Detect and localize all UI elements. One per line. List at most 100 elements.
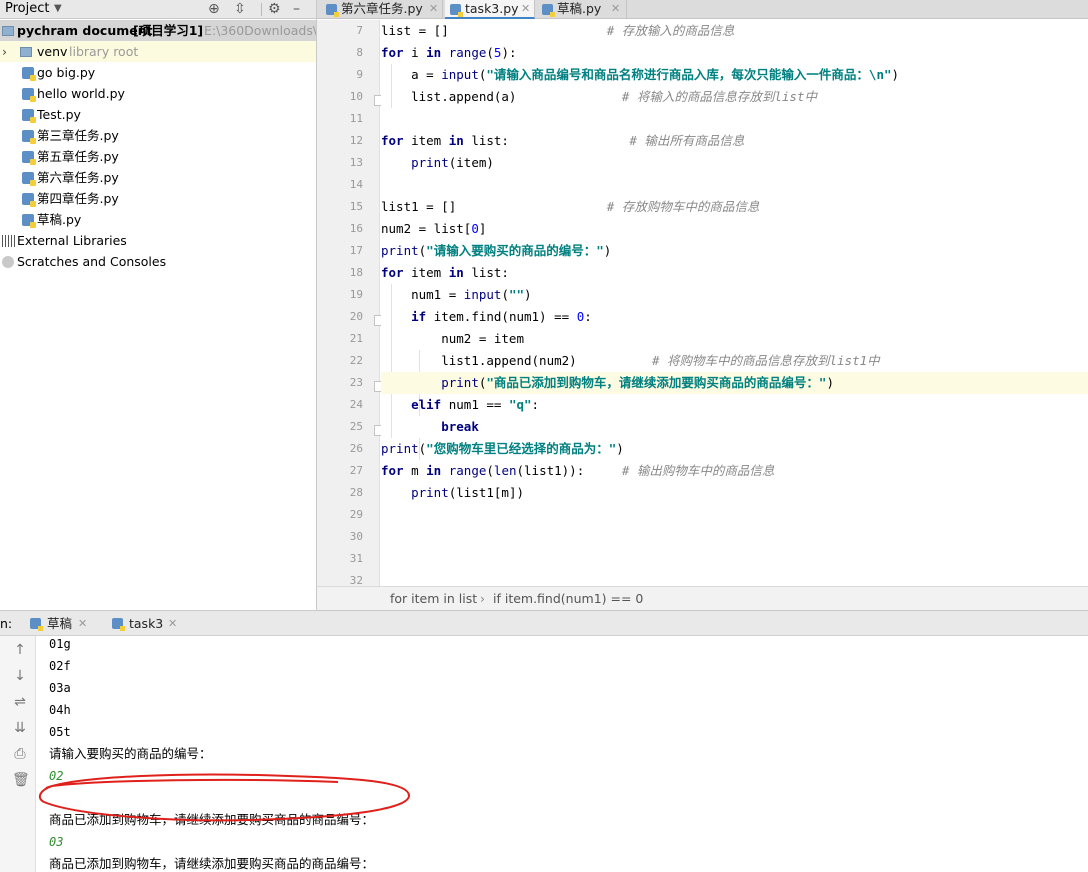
python-file-icon bbox=[22, 88, 36, 102]
soft-wrap-icon[interactable]: ⇌ bbox=[12, 694, 28, 710]
close-icon[interactable]: ✕ bbox=[429, 0, 438, 18]
code-line: num1 = input("") bbox=[381, 287, 532, 302]
collapse-icon[interactable]: ⇳ bbox=[234, 0, 246, 18]
line-number: 9 bbox=[356, 68, 363, 81]
folder-icon bbox=[2, 26, 14, 36]
python-file-icon bbox=[22, 193, 36, 207]
code-line: elif num1 == "q": bbox=[411, 397, 540, 412]
line-number: 18 bbox=[349, 266, 363, 279]
minimize-icon[interactable]: – bbox=[293, 0, 300, 18]
up-arrow-icon[interactable]: ↑ bbox=[12, 642, 28, 658]
pycharm-window: Project ▼ ⊕ ⇳ ⚙ – pychram document [项目学习… bbox=[0, 0, 1088, 872]
python-file-icon bbox=[450, 4, 463, 17]
code-line: if item.find(num1) == 0: bbox=[411, 309, 592, 324]
close-icon[interactable]: ✕ bbox=[78, 611, 87, 636]
chevron-right-icon[interactable]: › bbox=[2, 41, 7, 62]
line-number: 27 bbox=[349, 464, 363, 477]
line-number: 22 bbox=[349, 354, 363, 367]
locate-icon[interactable]: ⊕ bbox=[208, 0, 220, 18]
tree-item-label: 第四章任务.py bbox=[37, 191, 119, 206]
python-file-icon bbox=[30, 618, 43, 631]
project-tree: pychram document [项目学习1] E:\360Downloads… bbox=[0, 20, 325, 610]
run-tab-task3[interactable]: task3 ✕ bbox=[112, 611, 192, 636]
console-input-line: 03 bbox=[49, 835, 64, 849]
scroll-to-end-icon[interactable]: ⇊ bbox=[12, 720, 28, 736]
tree-item-scratches[interactable]: Scratches and Consoles bbox=[0, 251, 316, 272]
tree-item-label: Test.py bbox=[37, 107, 81, 122]
close-icon[interactable]: ✕ bbox=[168, 611, 177, 636]
line-number: 11 bbox=[349, 112, 363, 125]
tab-task3[interactable]: task3.py ✕ bbox=[445, 0, 535, 19]
line-number: 23 bbox=[349, 376, 363, 389]
code-line: num2 = item bbox=[381, 331, 524, 346]
run-toolbar: ↑ ↓ ⇌ ⇊ ⎙ 🗑 bbox=[0, 636, 36, 872]
breadcrumb-item[interactable]: if item.find(num1) == 0 bbox=[493, 587, 643, 610]
python-file-icon bbox=[22, 172, 36, 186]
code-line: for i in range(5): bbox=[381, 45, 517, 60]
project-root-qualifier: [项目学习1] bbox=[133, 23, 204, 38]
line-number: 28 bbox=[349, 486, 363, 499]
chevron-down-icon[interactable]: ▼ bbox=[54, 0, 62, 18]
trash-icon[interactable]: 🗑 bbox=[12, 772, 30, 788]
code-line: list1 = [] # 存放购物车中的商品信息 bbox=[381, 199, 760, 214]
tree-item-project-root[interactable]: pychram document [项目学习1] E:\360Downloads… bbox=[0, 20, 325, 41]
tree-item-label: 草稿.py bbox=[37, 212, 82, 227]
tree-item-file[interactable]: Test.py bbox=[0, 104, 316, 125]
header-divider bbox=[261, 3, 262, 16]
python-file-icon bbox=[112, 618, 125, 631]
line-number: 25 bbox=[349, 420, 363, 433]
tab-label: 第六章任务.py bbox=[341, 1, 423, 16]
breadcrumb-item[interactable]: for item in list bbox=[390, 587, 477, 610]
red-annotation-circle bbox=[38, 773, 411, 822]
tab-draft[interactable]: 草稿.py ✕ bbox=[537, 0, 627, 19]
tree-item-venv[interactable]: › venv library root bbox=[0, 41, 316, 62]
code-line: for m in range(len(list1)): # 输出购物车中的商品信… bbox=[381, 463, 775, 478]
tree-item-label: 第六章任务.py bbox=[37, 170, 119, 185]
tree-item-file[interactable]: go big.py bbox=[0, 62, 316, 83]
code-line: for item in list: # 输出所有商品信息 bbox=[381, 133, 745, 148]
tree-item-external-libraries[interactable]: External Libraries bbox=[0, 230, 316, 251]
python-file-icon bbox=[542, 4, 555, 17]
run-label: n: bbox=[0, 616, 13, 631]
print-icon[interactable]: ⎙ bbox=[12, 746, 28, 762]
line-number: 19 bbox=[349, 288, 363, 301]
project-panel-title[interactable]: Project bbox=[5, 0, 49, 18]
chevron-right-icon: › bbox=[480, 591, 485, 606]
tree-item-file[interactable]: 第五章任务.py bbox=[0, 146, 316, 167]
tree-item-file[interactable]: 第四章任务.py bbox=[0, 188, 316, 209]
console-output-line: 请输入要购买的商品的编号： bbox=[49, 746, 212, 761]
python-file-icon bbox=[22, 109, 36, 123]
tree-item-label: 第五章任务.py bbox=[37, 149, 119, 164]
line-number: 7 bbox=[356, 24, 363, 37]
close-icon[interactable]: ✕ bbox=[611, 0, 620, 18]
code-line: list.append(a) # 将输入的商品信息存放到list中 bbox=[381, 89, 817, 104]
code-line: print(list1[m]) bbox=[411, 485, 525, 500]
run-console[interactable]: 01g 02f 03a 04h 05t 请输入要购买的商品的编号： 02 商品已… bbox=[37, 636, 1088, 872]
tree-item-file[interactable]: hello world.py bbox=[0, 83, 316, 104]
tree-item-label: Scratches and Consoles bbox=[17, 254, 167, 269]
line-number: 10 bbox=[349, 90, 363, 103]
tree-item-label: go big.py bbox=[37, 65, 96, 80]
tree-item-file[interactable]: 草稿.py bbox=[0, 209, 316, 230]
run-tab-label: task3 bbox=[129, 616, 164, 631]
down-arrow-icon[interactable]: ↓ bbox=[12, 668, 28, 684]
line-number: 29 bbox=[349, 508, 363, 521]
line-number: 30 bbox=[349, 530, 363, 543]
line-number: 21 bbox=[349, 332, 363, 345]
tree-item-file[interactable]: 第三章任务.py bbox=[0, 125, 316, 146]
line-number: 13 bbox=[349, 156, 363, 169]
library-root-tag: library root bbox=[69, 44, 139, 59]
tree-item-label: hello world.py bbox=[37, 86, 125, 101]
code-editor[interactable]: list = [] # 存放输入的商品信息 for i in range(5):… bbox=[381, 20, 1088, 586]
close-icon[interactable]: ✕ bbox=[521, 0, 530, 18]
tree-item-file[interactable]: 第六章任务.py bbox=[0, 167, 316, 188]
tree-item-label: 第三章任务.py bbox=[37, 128, 119, 143]
console-output-line: 05t bbox=[49, 725, 71, 739]
line-number: 15 bbox=[349, 200, 363, 213]
code-line: print("您购物车里已经选择的商品为：") bbox=[381, 441, 624, 456]
line-number: 31 bbox=[349, 552, 363, 565]
line-number: 32 bbox=[349, 574, 363, 586]
tab-chapter6[interactable]: 第六章任务.py ✕ bbox=[321, 0, 443, 19]
gear-icon[interactable]: ⚙ bbox=[268, 0, 281, 18]
